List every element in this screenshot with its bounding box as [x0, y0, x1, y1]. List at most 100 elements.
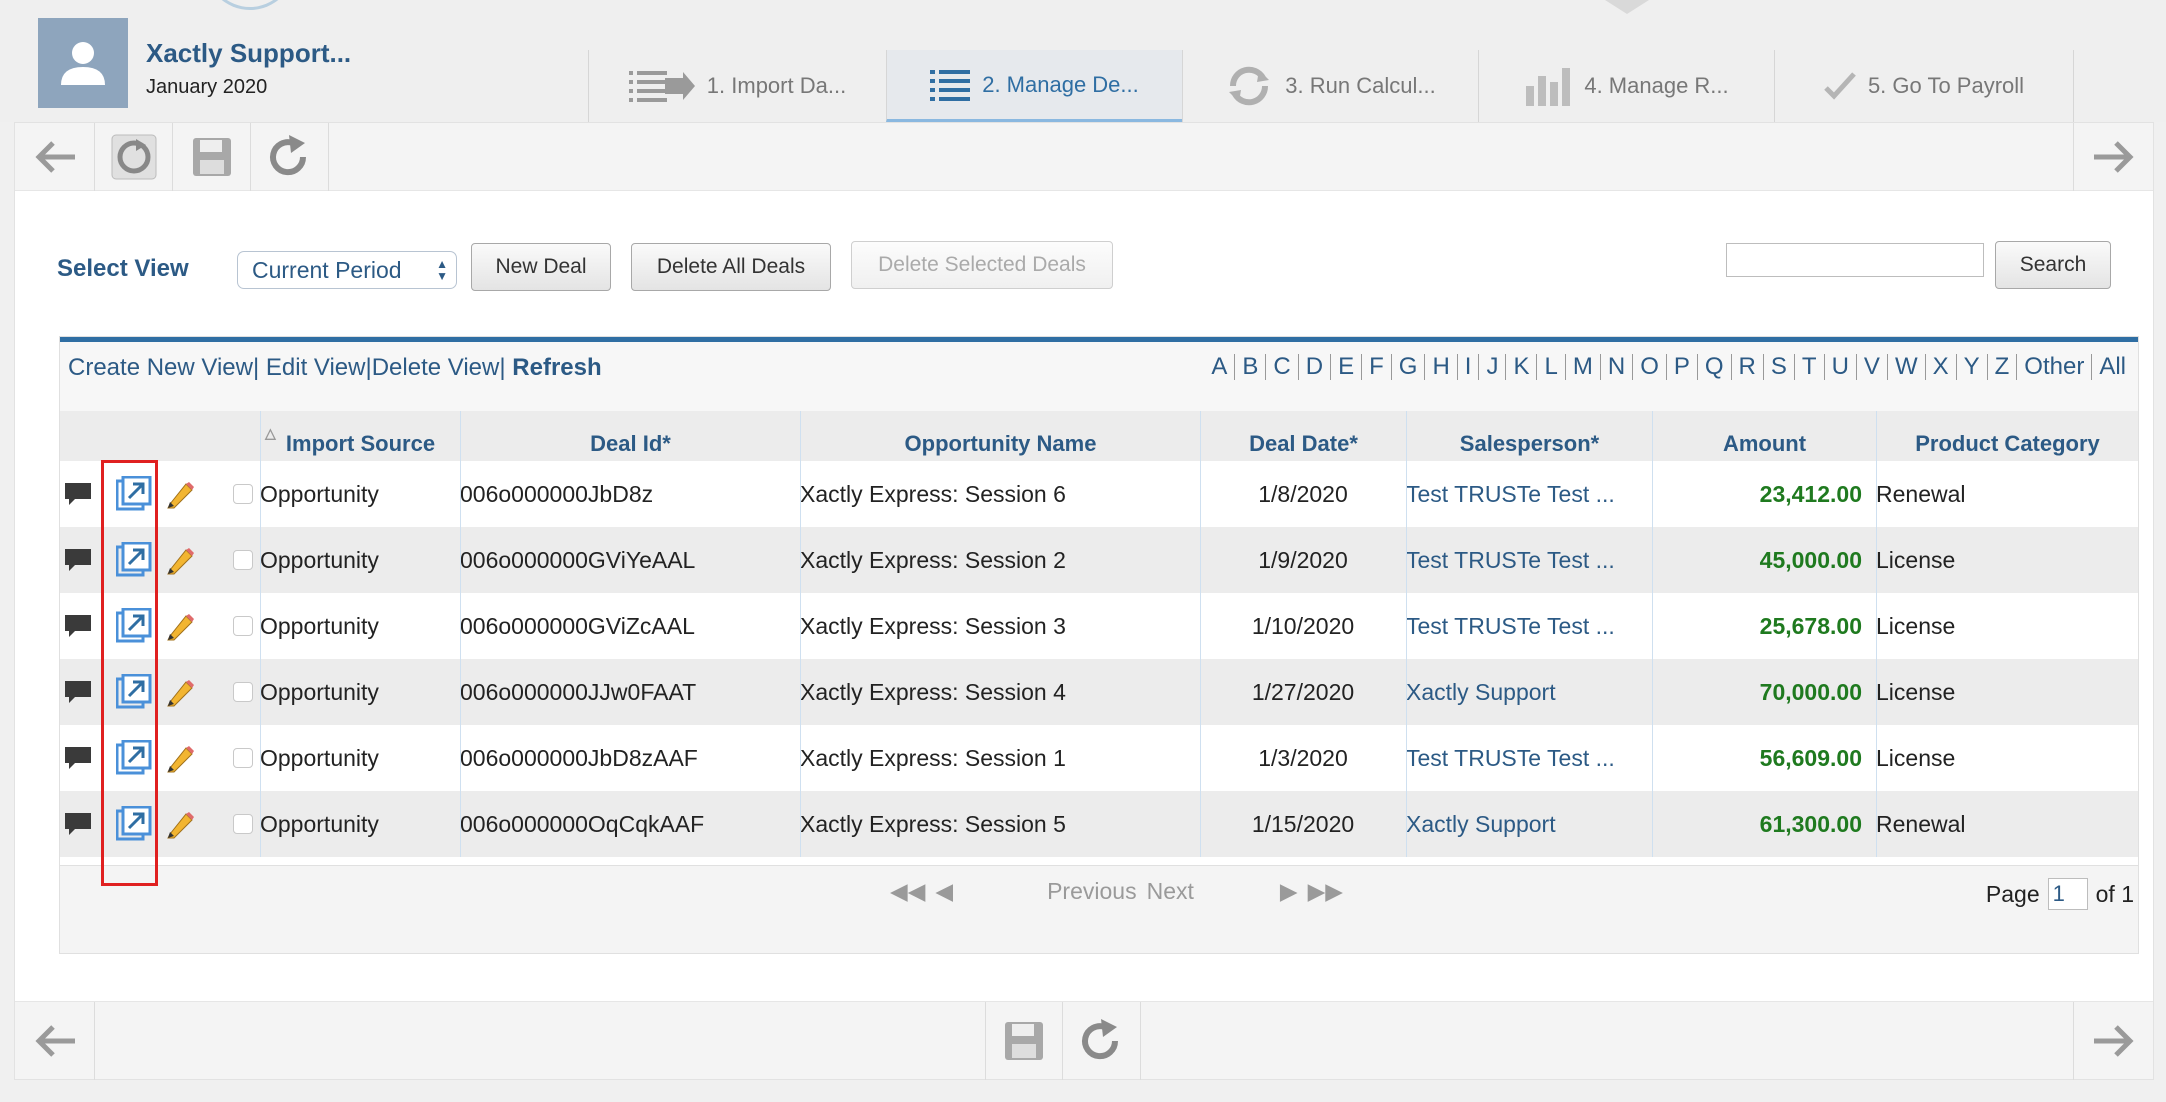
column-header-import-source[interactable]: △ Import Source [260, 411, 460, 461]
column-header-amount[interactable]: Amount [1652, 411, 1876, 461]
edit-pencil-icon[interactable] [160, 659, 200, 725]
alpha-filter-k[interactable]: K [1506, 354, 1538, 380]
alpha-filter-c[interactable]: C [1266, 354, 1299, 380]
comment-icon[interactable] [60, 725, 96, 791]
column-header-deal-id[interactable]: Deal Id* [460, 411, 800, 461]
save-button[interactable] [173, 123, 251, 191]
alpha-filter-d[interactable]: D [1299, 354, 1332, 380]
alpha-filter-v[interactable]: V [1857, 354, 1888, 380]
view-select[interactable]: Current Period ▲ ▼ [237, 251, 457, 289]
delete-view-link[interactable]: Delete View [372, 354, 500, 381]
alpha-filter-j[interactable]: J [1479, 354, 1507, 380]
delete-all-deals-button[interactable]: Delete All Deals [631, 243, 831, 291]
comment-icon[interactable] [60, 461, 96, 527]
cell-salesperson[interactable]: Test TRUSTe Test ... [1406, 461, 1652, 527]
alpha-filter-p[interactable]: P [1667, 354, 1698, 380]
alpha-filter-r[interactable]: R [1732, 354, 1764, 380]
cell-salesperson[interactable]: Test TRUSTe Test ... [1406, 593, 1652, 659]
delete-selected-deals-button[interactable]: Delete Selected Deals [851, 241, 1113, 289]
step-manage-results[interactable]: 4. Manage R... [1478, 50, 1774, 122]
edit-pencil-icon[interactable] [160, 527, 200, 593]
table-row[interactable]: Opportunity 006o000000JJw0FAAT Xactly Expr… [60, 659, 2138, 725]
alpha-filter-y[interactable]: Y [1957, 354, 1988, 380]
step-go-to-payroll[interactable]: 5. Go To Payroll [1774, 50, 2074, 122]
column-header-deal-date[interactable]: Deal Date* [1200, 411, 1406, 461]
alpha-filter-n[interactable]: N [1601, 354, 1634, 380]
alpha-filter-other[interactable]: Other [2017, 354, 2093, 380]
avatar[interactable] [38, 18, 128, 108]
back-button-bottom[interactable] [15, 1002, 95, 1080]
alpha-filter-u[interactable]: U [1825, 354, 1857, 380]
alpha-filter-m[interactable]: M [1566, 354, 1601, 380]
alpha-filter-a[interactable]: A [1204, 354, 1236, 380]
refresh-link[interactable]: Refresh [512, 354, 601, 381]
search-input[interactable] [1726, 243, 1984, 277]
previous-link[interactable]: Previous [1047, 878, 1136, 905]
table-row[interactable]: Opportunity 006o000000GViZcAAL Xactly Expr… [60, 593, 2138, 659]
row-select-checkbox[interactable] [228, 461, 258, 527]
edit-pencil-icon[interactable] [160, 791, 200, 857]
alpha-filter-s[interactable]: S [1764, 354, 1795, 380]
cell-salesperson[interactable]: Test TRUSTe Test ... [1406, 725, 1652, 791]
alpha-filter-t[interactable]: T [1795, 354, 1825, 380]
row-select-checkbox[interactable] [228, 725, 258, 791]
edit-pencil-icon[interactable] [160, 725, 200, 791]
first-page-icon[interactable]: ◀◀ [890, 878, 925, 905]
step-run-calculations[interactable]: 3. Run Calcul... [1182, 50, 1478, 122]
column-header-opportunity-name[interactable]: Opportunity Name [800, 411, 1200, 461]
alpha-filter-g[interactable]: G [1392, 354, 1426, 380]
alpha-filter-w[interactable]: W [1888, 354, 1926, 380]
row-select-checkbox[interactable] [228, 527, 258, 593]
last-page-icon[interactable]: ▶▶ [1308, 878, 1343, 905]
page-number-input[interactable]: 1 [2047, 878, 2088, 910]
table-row[interactable]: Opportunity 006o000000GViYeAAL Xactly Expr… [60, 527, 2138, 593]
row-select-checkbox[interactable] [228, 593, 258, 659]
cell-salesperson[interactable]: Xactly Support [1406, 659, 1652, 725]
alpha-filter-h[interactable]: H [1425, 354, 1458, 380]
step-manage-deals[interactable]: 2. Manage De... [886, 50, 1182, 122]
forward-button-bottom[interactable] [2073, 1002, 2153, 1080]
alpha-filter-o[interactable]: O [1633, 354, 1667, 380]
column-header-product-category[interactable]: Product Category [1876, 411, 2138, 461]
comment-icon[interactable] [60, 659, 96, 725]
save-button-bottom[interactable] [985, 1002, 1063, 1080]
next-page-icon[interactable]: ▶ [1280, 878, 1298, 905]
comment-icon[interactable] [60, 791, 96, 857]
row-select-checkbox[interactable] [228, 791, 258, 857]
prev-page-icon[interactable]: ◀ [935, 878, 953, 905]
alpha-filter-f[interactable]: F [1362, 354, 1392, 380]
cell-product-category: License [1876, 546, 1956, 573]
alpha-filter-q[interactable]: Q [1698, 354, 1732, 380]
cell-salesperson[interactable]: Xactly Support [1406, 791, 1652, 857]
comment-icon[interactable] [60, 593, 96, 659]
alpha-filter-b[interactable]: B [1235, 354, 1267, 380]
cell-deal-date: 1/9/2020 [1258, 546, 1348, 573]
row-select-checkbox[interactable] [228, 659, 258, 725]
edit-pencil-icon[interactable] [160, 461, 200, 527]
table-row[interactable]: Opportunity 006o000000JbD8z Xactly Express… [60, 461, 2138, 527]
step-import-data[interactable]: 1. Import Da... [588, 50, 886, 122]
edit-view-link[interactable]: Edit View [266, 354, 366, 381]
comment-icon[interactable] [60, 527, 96, 593]
alpha-filter-l[interactable]: L [1537, 354, 1566, 380]
new-deal-button[interactable]: New Deal [471, 243, 611, 291]
cell-salesperson[interactable]: Test TRUSTe Test ... [1406, 527, 1652, 593]
back-button[interactable] [15, 123, 95, 191]
create-new-view-link[interactable]: Create New View [68, 354, 253, 381]
column-header-salesperson[interactable]: Salesperson* [1406, 411, 1652, 461]
forward-button[interactable] [2073, 123, 2153, 191]
next-link[interactable]: Next [1147, 878, 1194, 905]
alpha-filter-i[interactable]: I [1458, 354, 1480, 380]
table-row[interactable]: Opportunity 006o000000JbD8zAAF Xactly Expr… [60, 725, 2138, 791]
alpha-filter-z[interactable]: Z [1988, 354, 2018, 380]
search-button[interactable]: Search [1995, 241, 2111, 289]
alpha-filter-e[interactable]: E [1331, 354, 1363, 380]
redo-button-bottom[interactable] [1063, 1002, 1141, 1080]
edit-pencil-icon[interactable] [160, 593, 200, 659]
alpha-filter-all[interactable]: All [2092, 354, 2126, 380]
refresh-button[interactable] [95, 123, 173, 191]
table-row[interactable]: Opportunity 006o000000OqCqkAAF Xactly Expr… [60, 791, 2138, 857]
redo-button[interactable] [251, 123, 329, 191]
alpha-filter-x[interactable]: X [1926, 354, 1957, 380]
user-name[interactable]: Xactly Support... [146, 38, 351, 69]
